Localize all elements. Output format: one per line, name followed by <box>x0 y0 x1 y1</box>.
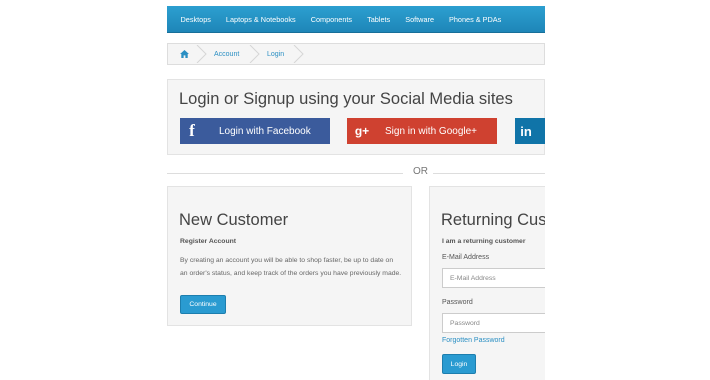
new-customer-title: New Customer <box>179 211 289 229</box>
or-divider: OR <box>167 166 545 180</box>
password-label: Password <box>442 299 473 306</box>
facebook-icon: f <box>189 121 195 140</box>
breadcrumb-separator <box>293 45 304 63</box>
breadcrumb-account[interactable]: Account <box>214 44 239 64</box>
google-signin-button[interactable]: g+ Sign in with Google+ <box>347 118 497 144</box>
login-button[interactable]: Login <box>442 354 476 374</box>
email-field[interactable] <box>442 268 545 288</box>
returning-customer-title: Returning Customer <box>441 211 545 229</box>
social-login-panel: Login or Signup using your Social Media … <box>167 79 545 155</box>
nav-item-tablets[interactable]: Tablets <box>360 15 398 24</box>
nav-item-desktops[interactable]: Desktops <box>173 15 218 24</box>
continue-button[interactable]: Continue <box>180 295 226 314</box>
new-customer-panel: New Customer Register Account By creatin… <box>167 186 412 326</box>
linkedin-icon: in <box>520 123 532 139</box>
nav-item-phones-pdas[interactable]: Phones & PDAs <box>442 15 509 24</box>
divider-line <box>167 173 403 174</box>
google-plus-icon: g+ <box>354 124 370 138</box>
returning-customer-subtitle: I am a returning customer <box>442 238 526 245</box>
nav-item-laptops-notebooks[interactable]: Laptops & Notebooks <box>218 15 303 24</box>
breadcrumb-separator <box>196 45 207 63</box>
email-label: E-Mail Address <box>442 254 490 261</box>
forgotten-password-link[interactable]: Forgotten Password <box>442 337 505 344</box>
top-navbar: Desktops Laptops & Notebooks Components … <box>167 6 545 33</box>
register-description: By creating an account you will be able … <box>180 257 402 277</box>
breadcrumb: Account Login <box>167 43 545 65</box>
or-text: OR <box>413 166 428 177</box>
breadcrumb-login[interactable]: Login <box>267 44 284 64</box>
register-account-subtitle: Register Account <box>180 238 237 245</box>
social-login-title: Login or Signup using your Social Media … <box>179 90 513 108</box>
password-field[interactable] <box>442 313 545 333</box>
page: Desktops Laptops & Notebooks Components … <box>167 0 545 380</box>
nav-item-software[interactable]: Software <box>398 15 442 24</box>
home-icon[interactable] <box>180 44 189 64</box>
facebook-login-button[interactable]: f Login with Facebook <box>180 118 330 144</box>
nav-item-components[interactable]: Components <box>303 15 359 24</box>
divider-line <box>433 173 545 174</box>
google-signin-label: Sign in with Google+ <box>385 125 478 137</box>
facebook-login-label: Login with Facebook <box>219 125 311 137</box>
breadcrumb-separator <box>249 45 260 63</box>
linkedin-login-button[interactable]: in <box>515 118 545 144</box>
returning-customer-panel: Returning Customer I am a returning cust… <box>429 186 545 380</box>
